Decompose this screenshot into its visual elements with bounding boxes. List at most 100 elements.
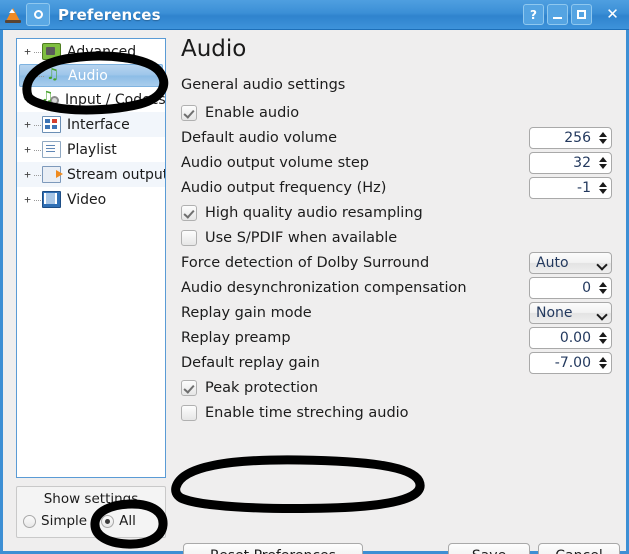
cancel-button[interactable]: Cancel bbox=[538, 543, 620, 554]
sidebar-item-advanced[interactable]: + Advanced bbox=[17, 39, 165, 64]
tree-connector bbox=[34, 193, 42, 206]
force-dolby-surround-select[interactable]: Auto bbox=[529, 251, 612, 274]
settings-form: Enable audio Default audio volume 256 Au… bbox=[173, 100, 626, 425]
default-replay-gain-spinner[interactable]: -7.00 bbox=[529, 351, 612, 374]
sidebar-item-label: Advanced bbox=[67, 43, 137, 60]
chevron-down-icon[interactable] bbox=[595, 303, 611, 323]
save-accel: S bbox=[472, 548, 481, 554]
cancel-accel: C bbox=[555, 548, 565, 554]
sidebar-item-stream-output[interactable]: + Stream output bbox=[17, 162, 165, 187]
save-button[interactable]: Save bbox=[448, 543, 530, 554]
title-bar: Preferences ? ✕ bbox=[0, 0, 629, 30]
spinner-arrows-icon[interactable] bbox=[596, 153, 611, 173]
replay-gain-mode-select[interactable]: None bbox=[529, 301, 612, 324]
expander-icon[interactable]: + bbox=[21, 118, 34, 131]
expander-icon[interactable]: + bbox=[21, 168, 34, 181]
setting-row-replay-gain-mode[interactable]: Replay gain mode None bbox=[173, 300, 626, 325]
show-settings-label: Show settings bbox=[43, 491, 139, 507]
spinner-arrows-icon[interactable] bbox=[596, 353, 611, 373]
settings-tree[interactable]: + Advanced + Audio + Input / Codecs + bbox=[16, 38, 166, 478]
enable-audio-checkbox[interactable] bbox=[181, 104, 197, 121]
setting-row-default-audio-volume[interactable]: Default audio volume 256 bbox=[173, 125, 626, 150]
page-title: Audio bbox=[181, 36, 247, 62]
expander-icon[interactable]: + bbox=[21, 193, 34, 206]
radio-all[interactable]: All bbox=[101, 513, 136, 529]
sidebar-item-audio[interactable]: + Audio bbox=[19, 64, 163, 87]
sidebar-item-label: Audio bbox=[68, 67, 108, 84]
radio-simple[interactable]: Simple bbox=[23, 513, 87, 529]
close-icon[interactable]: ✕ bbox=[602, 4, 623, 25]
radio-simple-indicator[interactable] bbox=[23, 514, 36, 528]
setting-label: High quality audio resampling bbox=[205, 204, 423, 221]
sidebar-item-video[interactable]: + Video bbox=[17, 187, 165, 212]
setting-label: Peak protection bbox=[205, 379, 319, 396]
replay-preamp-spinner[interactable]: 0.00 bbox=[529, 326, 612, 349]
stream-output-icon bbox=[42, 166, 63, 183]
audio-desync-compensation-spinner[interactable]: 0 bbox=[529, 276, 612, 299]
spinner-value: 32 bbox=[573, 154, 591, 171]
maximize-icon[interactable] bbox=[571, 4, 592, 25]
sidebar-item-label: Interface bbox=[67, 116, 130, 133]
sidebar-item-label: Stream output bbox=[67, 166, 165, 183]
setting-label: Use S/PDIF when available bbox=[205, 229, 398, 246]
setting-row-audio-desync-compensation[interactable]: Audio desynchronization compensation 0 bbox=[173, 275, 626, 300]
save-rest: ave bbox=[481, 548, 506, 554]
expander-icon[interactable]: + bbox=[21, 45, 34, 58]
setting-row-default-replay-gain[interactable]: Default replay gain -7.00 bbox=[173, 350, 626, 375]
spinner-value: 256 bbox=[564, 129, 591, 146]
high-quality-audio-resampling-checkbox[interactable] bbox=[181, 204, 197, 221]
reset-accel: R bbox=[210, 548, 219, 554]
setting-label: Enable time streching audio bbox=[205, 404, 409, 421]
spinner-arrows-icon[interactable] bbox=[596, 178, 611, 198]
minimize-icon[interactable] bbox=[547, 4, 568, 25]
setting-row-audio-output-volume-step[interactable]: Audio output volume step 32 bbox=[173, 150, 626, 175]
setting-row-peak-protection[interactable]: Peak protection bbox=[173, 375, 626, 400]
peak-protection-checkbox[interactable] bbox=[181, 379, 197, 396]
settings-panel: Audio General audio settings Enable audi… bbox=[173, 30, 626, 548]
radio-all-indicator[interactable] bbox=[101, 514, 115, 528]
setting-label: Default replay gain bbox=[181, 354, 320, 371]
spinner-arrows-icon[interactable] bbox=[596, 278, 611, 298]
interface-icon bbox=[42, 116, 61, 133]
spinner-arrows-icon[interactable] bbox=[596, 328, 611, 348]
setting-row-enable-audio[interactable]: Enable audio bbox=[173, 100, 626, 125]
preferences-gear-icon bbox=[26, 3, 50, 26]
spinner-arrows-icon[interactable] bbox=[596, 128, 611, 148]
setting-label: Replay preamp bbox=[181, 329, 291, 346]
sidebar-item-playlist[interactable]: + Playlist bbox=[17, 137, 165, 162]
vlc-cone-icon bbox=[5, 6, 21, 24]
use-spdif-checkbox[interactable] bbox=[181, 229, 197, 246]
setting-row-audio-output-frequency[interactable]: Audio output frequency (Hz) -1 bbox=[173, 175, 626, 200]
expander-icon[interactable]: + bbox=[21, 143, 34, 156]
setting-label: Default audio volume bbox=[181, 129, 338, 146]
chevron-down-icon[interactable] bbox=[595, 253, 611, 273]
setting-row-replay-preamp[interactable]: Replay preamp 0.00 bbox=[173, 325, 626, 350]
audio-icon bbox=[45, 65, 62, 83]
setting-row-high-quality-audio-resampling[interactable]: High quality audio resampling bbox=[173, 200, 626, 225]
setting-row-use-spdif[interactable]: Use S/PDIF when available bbox=[173, 225, 626, 250]
setting-label: Replay gain mode bbox=[181, 304, 312, 321]
sidebar-item-interface[interactable]: + Interface bbox=[17, 112, 165, 137]
advanced-icon bbox=[42, 43, 61, 60]
setting-row-force-dolby-surround[interactable]: Force detection of Dolby Surround Auto bbox=[173, 250, 626, 275]
spinner-value: 0 bbox=[582, 279, 591, 296]
section-label: General audio settings bbox=[181, 77, 346, 93]
window-body: + Advanced + Audio + Input / Codecs + bbox=[0, 30, 629, 554]
setting-row-enable-time-streching-audio[interactable]: Enable time streching audio bbox=[173, 400, 626, 425]
audio-output-volume-step-spinner[interactable]: 32 bbox=[529, 151, 612, 174]
spinner-value: -1 bbox=[577, 179, 591, 196]
radio-all-label: All bbox=[119, 513, 136, 529]
expander-icon[interactable]: + bbox=[21, 93, 34, 106]
reset-preferences-button[interactable]: Reset Preferences bbox=[183, 543, 363, 554]
sidebar-item-input-codecs[interactable]: + Input / Codecs bbox=[17, 87, 165, 112]
select-value: None bbox=[536, 304, 573, 321]
help-button[interactable]: ? bbox=[523, 4, 544, 25]
tree-connector bbox=[34, 45, 42, 58]
setting-label: Audio desynchronization compensation bbox=[181, 279, 467, 296]
reset-rest: eset Preferences bbox=[219, 548, 336, 554]
enable-time-streching-audio-checkbox[interactable] bbox=[181, 404, 197, 421]
audio-output-frequency-spinner[interactable]: -1 bbox=[529, 176, 612, 199]
show-settings-group: Show settings Simple All bbox=[16, 486, 166, 538]
default-audio-volume-spinner[interactable]: 256 bbox=[529, 126, 612, 149]
tree-connector bbox=[37, 69, 45, 82]
